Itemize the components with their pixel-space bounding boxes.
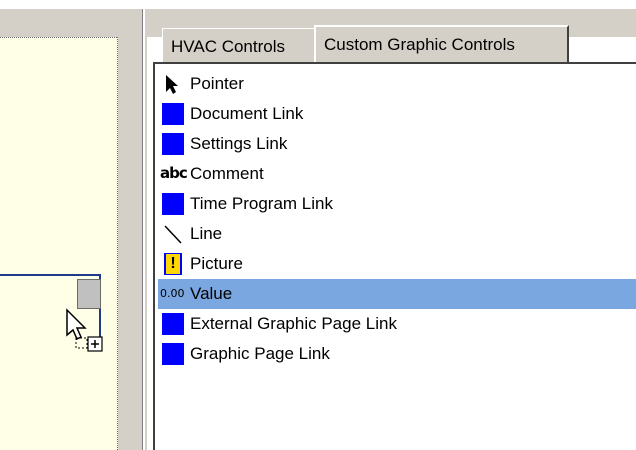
graphic-canvas[interactable] xyxy=(0,37,117,450)
top-strip xyxy=(0,0,636,9)
toolbox-item-label: Comment xyxy=(190,164,264,183)
toolbox-item-line[interactable]: Line xyxy=(158,219,636,249)
blue-square-icon xyxy=(160,132,186,156)
toolbox-list: Pointer Document Link Settings Link abc … xyxy=(158,69,636,369)
diagonal-line-icon xyxy=(160,222,186,246)
zero-value-icon: 0.00 xyxy=(160,287,185,300)
canvas-border xyxy=(0,37,117,38)
canvas-line-horizontal xyxy=(0,274,100,276)
toolbox-item-picture[interactable]: ! Picture xyxy=(158,249,636,279)
tab-hvac-controls[interactable]: HVAC Controls xyxy=(162,28,314,62)
abc-text-icon: abc xyxy=(160,164,188,182)
pointer-arrow-icon xyxy=(160,72,186,96)
toolbox-item-graphic-page-link[interactable]: Graphic Page Link xyxy=(158,339,636,369)
blue-square-icon xyxy=(160,342,186,366)
drag-copy-cursor-icon xyxy=(66,308,103,352)
toolbox-item-value[interactable]: 0.00 Value xyxy=(158,279,636,309)
toolbox-item-label: Time Program Link xyxy=(190,194,333,213)
toolbox-item-pointer[interactable]: Pointer xyxy=(158,69,636,99)
toolbox-item-label: Graphic Page Link xyxy=(190,344,330,363)
toolbox-item-time-program-link[interactable]: Time Program Link xyxy=(158,189,636,219)
toolbox-item-label: Settings Link xyxy=(190,134,288,153)
toolbox-item-label: Picture xyxy=(190,254,243,273)
blue-square-icon xyxy=(160,312,186,336)
splitter-highlight xyxy=(143,9,145,450)
tab-custom-graphic-controls[interactable]: Custom Graphic Controls xyxy=(314,25,569,62)
toolbox-item-label: Document Link xyxy=(190,104,304,123)
exclamation-picture-icon: ! xyxy=(160,252,186,276)
toolbox-item-label: Pointer xyxy=(190,74,244,93)
toolbox-item-comment[interactable]: abc Comment xyxy=(158,159,636,189)
blue-square-icon xyxy=(160,192,186,216)
toolbox-item-label: External Graphic Page Link xyxy=(190,314,397,333)
toolbox-item-settings-link[interactable]: Settings Link xyxy=(158,129,636,159)
blue-square-icon xyxy=(160,102,186,126)
toolbox-item-document-link[interactable]: Document Link xyxy=(158,99,636,129)
toolbox-item-label: Value xyxy=(190,284,233,303)
toolbox-item-label: Line xyxy=(190,224,223,243)
toolbox-item-external-graphic-page-link[interactable]: External Graphic Page Link xyxy=(158,309,636,339)
